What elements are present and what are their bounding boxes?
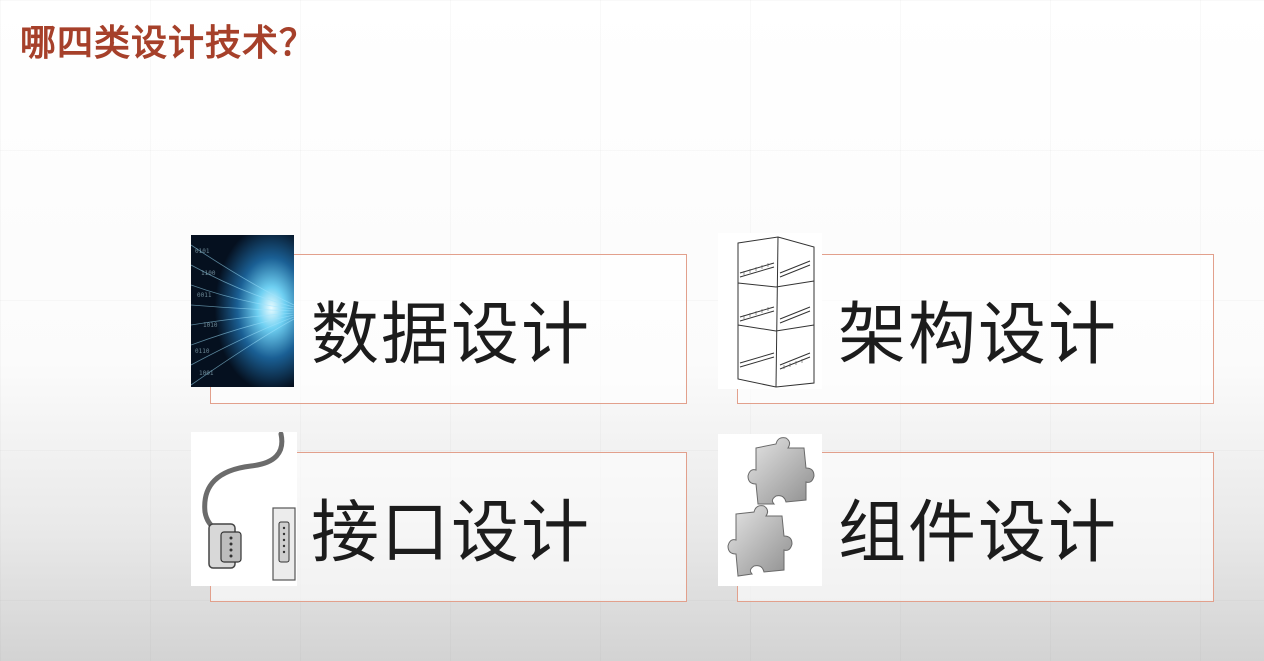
connector-cable-icon bbox=[191, 432, 297, 586]
svg-text:0110: 0110 bbox=[195, 348, 210, 355]
slide-background: 哪四类设计技术？ 数据设计 0101 1100 0011 1010 0110 1… bbox=[0, 0, 1264, 661]
svg-text:0011: 0011 bbox=[197, 292, 212, 299]
card-label: 接口设计 bbox=[311, 494, 592, 573]
svg-text:1100: 1100 bbox=[201, 270, 216, 277]
svg-text:0101: 0101 bbox=[195, 248, 210, 255]
building-sketch-icon bbox=[718, 233, 822, 389]
svg-text:1001: 1001 bbox=[199, 370, 214, 377]
slide-title: 哪四类设计技术？ bbox=[20, 23, 317, 64]
puzzle-pieces-icon bbox=[718, 434, 822, 586]
svg-text:1010: 1010 bbox=[203, 322, 218, 329]
card-label: 架构设计 bbox=[838, 296, 1119, 375]
data-stream-icon: 0101 1100 0011 1010 0110 1001 bbox=[191, 235, 294, 387]
card-label: 组件设计 bbox=[838, 494, 1119, 573]
card-label: 数据设计 bbox=[311, 296, 592, 375]
